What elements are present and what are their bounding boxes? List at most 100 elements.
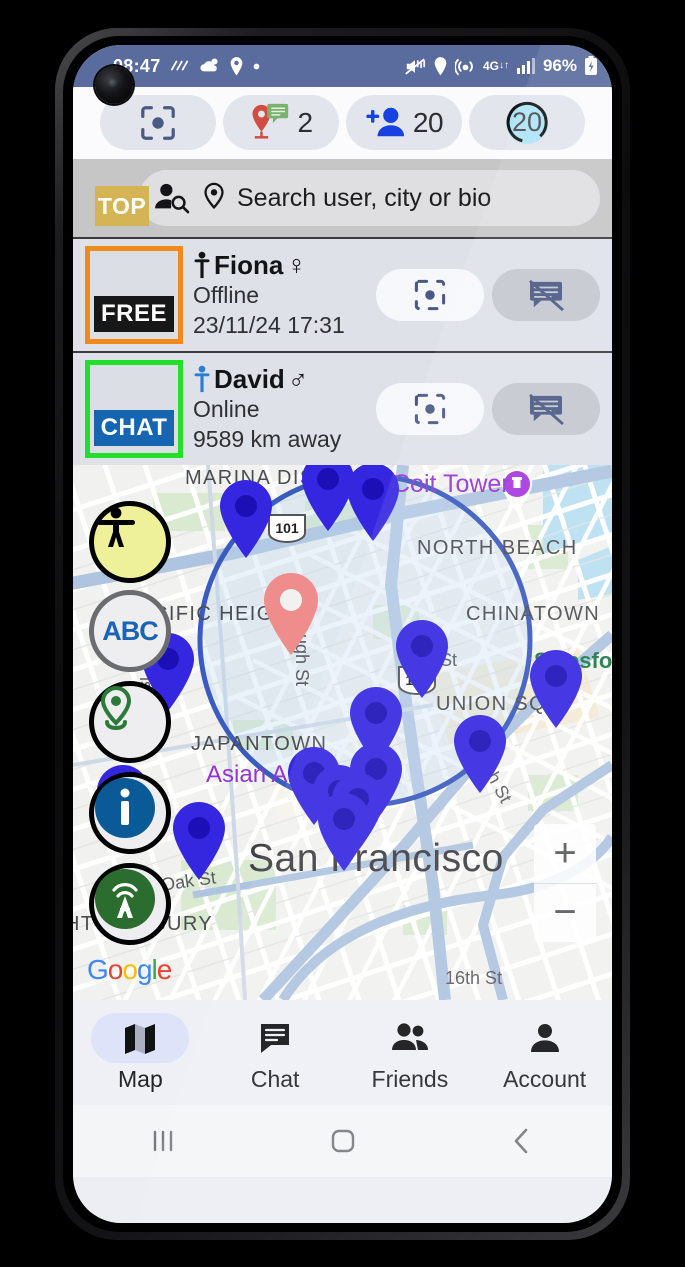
- location-on-icon: [433, 56, 448, 76]
- chat-disabled-button[interactable]: [492, 269, 600, 321]
- gender-male-icon: ♂: [287, 363, 309, 394]
- pins-chat-button[interactable]: 2: [223, 95, 339, 150]
- user-list: FREE Fiona ♀ Offline 23/11/24 17:31 CHAT…: [73, 237, 612, 465]
- nav-item-chat[interactable]: Chat: [208, 1013, 343, 1093]
- user-name-row: David ♂: [193, 363, 366, 395]
- back-button[interactable]: [432, 1125, 612, 1157]
- accessibility-button[interactable]: [89, 501, 171, 583]
- svg-text:101: 101: [405, 672, 429, 688]
- people-icon: [390, 1022, 430, 1054]
- search-input[interactable]: Search user, city or bio: [139, 170, 600, 226]
- top-toolbar: 2 20 20: [73, 87, 612, 159]
- pins-chat-count: 2: [297, 106, 313, 138]
- nav-item-account[interactable]: Account: [477, 1013, 612, 1093]
- front-camera: [95, 66, 133, 104]
- locate-button[interactable]: [376, 383, 484, 435]
- map-label: 16th St: [445, 968, 503, 988]
- place-pin-button[interactable]: [89, 681, 171, 763]
- map-zoom-controls[interactable]: + −: [534, 824, 596, 942]
- info-button[interactable]: [89, 772, 171, 854]
- counter-ring-button[interactable]: 20: [469, 95, 585, 150]
- center-focus-icon: [413, 392, 447, 426]
- screenshot-stage: 08:47 4G ↓↑ 96% 2 20 20 TOP Search user,…: [0, 0, 685, 1267]
- zoom-in-button[interactable]: +: [534, 824, 596, 884]
- 4g-icon: 4G ↓↑: [482, 59, 509, 73]
- nav-pill: [91, 1012, 190, 1063]
- table-row[interactable]: CHAT David ♂ Online 9589 km away: [73, 351, 612, 465]
- nav-label: Friends: [371, 1065, 449, 1092]
- zoom-out-button[interactable]: −: [534, 884, 596, 943]
- locate-button[interactable]: [376, 269, 484, 321]
- nav-label: Account: [503, 1065, 587, 1092]
- map-label: Salesfo: [534, 648, 612, 673]
- user-name: David: [214, 364, 285, 395]
- nav-item-friends[interactable]: Friends: [343, 1013, 478, 1093]
- person-figure-icon: [193, 251, 211, 279]
- map-label: CIFIC HEIGHT: [153, 603, 304, 625]
- abc-icon: ABC: [102, 615, 158, 646]
- highway-shield-101: 101: [268, 514, 306, 544]
- avatar[interactable]: FREE: [85, 246, 183, 344]
- search-placeholder: Search user, city or bio: [237, 183, 492, 212]
- map-icon: [122, 1020, 158, 1056]
- center-focus-icon: [413, 278, 447, 312]
- map-label: San Francisco: [248, 837, 504, 880]
- top-badge[interactable]: TOP: [95, 186, 149, 226]
- map-label: CHINATOWN: [466, 603, 601, 625]
- battery-percent: 96%: [542, 56, 577, 75]
- nav-pill: [361, 1013, 459, 1063]
- map-label: MARINA DISTRICT: [185, 467, 381, 489]
- nav-pill: [226, 1013, 324, 1063]
- user-name: Fiona: [214, 250, 284, 281]
- add-friends-button[interactable]: 20: [346, 95, 462, 150]
- user-meta: 23/11/24 17:31: [193, 311, 345, 338]
- user-info: Fiona ♀ Offline 23/11/24 17:31: [193, 250, 366, 340]
- table-row[interactable]: FREE Fiona ♀ Offline 23/11/24 17:31: [73, 237, 612, 351]
- nav-pill: [496, 1013, 594, 1063]
- chat-disabled-button[interactable]: [492, 383, 600, 435]
- user-meta: 9589 km away: [193, 425, 342, 452]
- nav-label: Chat: [250, 1065, 300, 1092]
- status-badge: FREE: [94, 296, 174, 332]
- system-navigation-bar: [73, 1105, 612, 1177]
- phone-screen: 08:47 4G ↓↑ 96% 2 20 20 TOP Search user,…: [73, 45, 612, 1223]
- broadcast-button[interactable]: [89, 863, 171, 945]
- person-figure-icon: [193, 365, 211, 393]
- status-bar: 08:47 4G ↓↑ 96%: [73, 45, 612, 87]
- hotspot-icon: [454, 57, 476, 76]
- map-label: UNION SQU: [436, 693, 562, 715]
- nav-item-map[interactable]: Map: [73, 1012, 208, 1093]
- person-icon: [529, 1022, 561, 1054]
- person-search-icon: [153, 182, 191, 214]
- home-button[interactable]: [253, 1125, 433, 1157]
- avatar[interactable]: CHAT: [85, 360, 183, 458]
- battery-charging-icon: [584, 56, 598, 76]
- center-focus-icon: [139, 104, 177, 142]
- map-view[interactable]: 101 101 80 280 MARINA DISTRICT Coit Towe…: [73, 465, 612, 1000]
- map-label: Gough St: [292, 610, 312, 687]
- progress-ring-icon: 20: [506, 101, 548, 144]
- map-label: NORTH BEACH: [417, 537, 578, 559]
- chat-off-icon: [528, 393, 564, 425]
- person-add-icon: [365, 104, 409, 142]
- weather-cloud-sun-icon: [199, 57, 221, 75]
- map-label: JAPANTOWN: [191, 733, 328, 755]
- user-status: Offline: [193, 281, 260, 308]
- row-actions: [376, 269, 600, 321]
- location-pin-icon: [201, 182, 227, 214]
- map-label: e St: [425, 650, 458, 670]
- status-badge: CHAT: [94, 410, 174, 446]
- bottom-navigation: Map Chat Friends Account: [73, 1000, 612, 1105]
- dot-icon: [252, 62, 261, 71]
- abc-button[interactable]: ABC: [89, 590, 171, 672]
- map-label: Coit Tower: [392, 470, 510, 498]
- user-info: David ♂ Online 9589 km away: [193, 363, 366, 454]
- google-logo: Google: [87, 954, 172, 985]
- recents-button[interactable]: [73, 1127, 253, 1155]
- rain-icon: [169, 57, 191, 75]
- row-actions: [376, 383, 600, 435]
- location-pin-icon: [229, 56, 244, 76]
- nav-label: Map: [118, 1065, 163, 1092]
- user-name-row: Fiona ♀: [193, 250, 366, 281]
- map-label: Asian Art Museum: [206, 761, 401, 788]
